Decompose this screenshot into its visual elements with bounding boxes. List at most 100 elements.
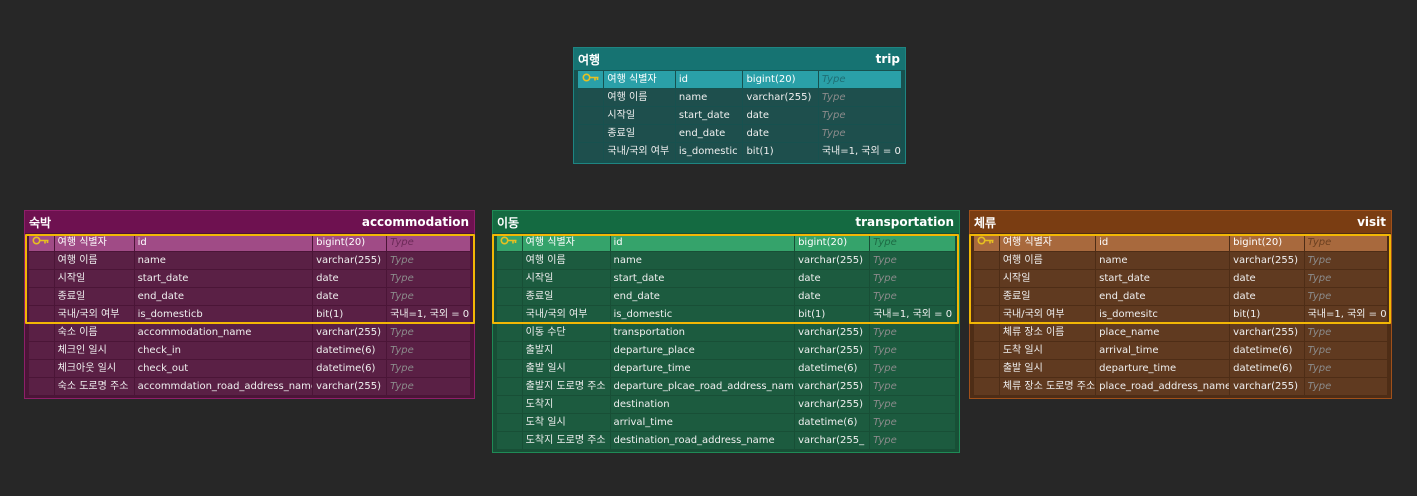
table-row[interactable]: 여행 식별자 id bigint(20) Type	[29, 234, 470, 251]
column-name: start_date	[610, 270, 795, 287]
data-type: varchar(255_	[795, 432, 870, 449]
key-icon	[500, 234, 518, 251]
row-label: 출발 일시	[522, 360, 610, 377]
row-label: 여행 식별자	[54, 234, 134, 251]
table-row[interactable]: 숙소 도로명 주소 accommdation_road_address_name v…	[29, 378, 470, 395]
table-row[interactable]: 출발지 departure_place varchar(255) Type	[497, 342, 955, 359]
table-row[interactable]: 종료일 end_date date Type	[497, 288, 955, 305]
entity-title-en: accommodation	[361, 215, 469, 229]
entity-trip[interactable]: 여행 trip 여행 식별자 id bigint(20) Type 여행 이름 name v…	[573, 47, 906, 164]
key-cell	[29, 288, 54, 305]
data-type: varchar(255)	[1230, 252, 1304, 269]
table-row[interactable]: 도착지 destination varchar(255) Type	[497, 396, 955, 413]
column-name: end_date	[675, 125, 743, 142]
data-type: varchar(255)	[313, 378, 387, 395]
table-row[interactable]: 국내/국외 여부 is_domesitc bit(1) 국내=1, 국외 = 0	[974, 306, 1387, 323]
entity-header[interactable]: 여행 trip	[574, 48, 905, 70]
table-row[interactable]: 체크아웃 일시 check_out datetime(6) Type	[29, 360, 470, 377]
column-name: accommdation_road_address_name	[134, 378, 313, 395]
table-row[interactable]: 종료일 end_date date Type	[578, 125, 901, 142]
entity-visit[interactable]: 체류 visit 여행 식별자 id bigint(20) Type 여행 이름 name…	[969, 210, 1392, 399]
data-type: bigint(20)	[795, 234, 870, 251]
key-cell	[974, 288, 999, 305]
row-label: 종료일	[54, 288, 134, 305]
column-name: departure_time	[1096, 360, 1230, 377]
table-row[interactable]: 여행 식별자 id bigint(20) Type	[578, 71, 901, 88]
table-row[interactable]: 출발 일시 departure_time datetime(6) Type	[497, 360, 955, 377]
column-name: place_road_address_name	[1096, 378, 1230, 395]
row-label: 국내/국외 여부	[999, 306, 1096, 323]
column-name: end_date	[134, 288, 313, 305]
column-name: id	[1096, 234, 1230, 251]
table-row[interactable]: 도착지 도로명 주소 destination_road_address_name v…	[497, 432, 955, 449]
table-row[interactable]: 여행 이름 name varchar(255) Type	[578, 89, 901, 106]
table-row[interactable]: 도착 일시 arrival_time datetime(6) Type	[497, 414, 955, 431]
column-name: destination	[610, 396, 795, 413]
table-row[interactable]: 체류 장소 도로명 주소 place_road_address_name varch…	[974, 378, 1387, 395]
table-row[interactable]: 여행 식별자 id bigint(20) Type	[974, 234, 1387, 251]
entity-rows: 여행 식별자 id bigint(20) Type 여행 이름 name varchar(2…	[25, 233, 474, 400]
row-label: 국내/국외 여부	[54, 306, 134, 323]
table-row[interactable]: 출발지 도로명 주소 departure_plcae_road_address_n…	[497, 378, 955, 395]
column-name: arrival_time	[1096, 342, 1230, 359]
column-note: Type	[870, 342, 955, 359]
column-name: id	[134, 234, 313, 251]
key-cell	[29, 270, 54, 287]
entity-header[interactable]: 체류 visit	[970, 211, 1391, 233]
table-row[interactable]: 국내/국외 여부 is_domestic bit(1) 국내=1, 국외 = 0	[578, 143, 901, 160]
data-type: bit(1)	[313, 306, 387, 323]
column-name: id	[610, 234, 795, 251]
key-cell	[497, 378, 522, 395]
entity-title-ko: 여행	[578, 52, 601, 67]
column-name: arrival_time	[610, 414, 795, 431]
table-row[interactable]: 여행 식별자 id bigint(20) Type	[497, 234, 955, 251]
entity-title-en: trip	[875, 52, 900, 66]
data-type: varchar(255)	[1230, 378, 1304, 395]
data-type: date	[795, 288, 870, 305]
data-type: date	[1230, 288, 1304, 305]
table-row[interactable]: 국내/국외 여부 is_domestic bit(1) 국내=1, 국외 = 0	[497, 306, 955, 323]
key-cell	[497, 306, 522, 323]
column-note: Type	[1304, 234, 1387, 251]
table-row[interactable]: 시작일 start_date date Type	[497, 270, 955, 287]
key-cell	[29, 306, 54, 323]
table-row[interactable]: 출발 일시 departure_time datetime(6) Type	[974, 360, 1387, 377]
column-name: is_domestic	[675, 143, 743, 160]
column-name: start_date	[134, 270, 313, 287]
table-row[interactable]: 종료일 end_date date Type	[29, 288, 470, 305]
table-row[interactable]: 체류 장소 이름 place_name varchar(255) Type	[974, 324, 1387, 341]
entity-header[interactable]: 숙박 accommodation	[25, 211, 474, 233]
key-cell	[974, 270, 999, 287]
column-note: Type	[1304, 342, 1387, 359]
column-note: Type	[387, 288, 470, 305]
table-row[interactable]: 여행 이름 name varchar(255) Type	[974, 252, 1387, 269]
row-label: 체류 장소 도로명 주소	[999, 378, 1096, 395]
table-row[interactable]: 여행 이름 name varchar(255) Type	[497, 252, 955, 269]
table-row[interactable]: 시작일 start_date date Type	[29, 270, 470, 287]
column-note: 국내=1, 국외 = 0	[818, 143, 901, 160]
entity-accommodation[interactable]: 숙박 accommodation 여행 식별자 id bigint(20) Type 여…	[24, 210, 475, 399]
key-cell	[29, 234, 54, 251]
entity-header[interactable]: 이동 transportation	[493, 211, 959, 233]
row-label: 도착 일시	[999, 342, 1096, 359]
table-row[interactable]: 시작일 start_date date Type	[974, 270, 1387, 287]
table-row[interactable]: 숙소 이름 accommodation_name varchar(255) Type	[29, 324, 470, 341]
table-row[interactable]: 이동 수단 transportation varchar(255) Type	[497, 324, 955, 341]
data-type: varchar(255)	[313, 324, 387, 341]
column-note: Type	[870, 288, 955, 305]
column-note: Type	[1304, 270, 1387, 287]
column-note: Type	[1304, 360, 1387, 377]
column-name: end_date	[1096, 288, 1230, 305]
table-row[interactable]: 종료일 end_date date Type	[974, 288, 1387, 305]
entity-transportation[interactable]: 이동 transportation 여행 식별자 id bigint(20) Type…	[492, 210, 960, 453]
table-row[interactable]: 여행 이름 name varchar(255) Type	[29, 252, 470, 269]
table-row[interactable]: 도착 일시 arrival_time datetime(6) Type	[974, 342, 1387, 359]
column-name: is_domesticb	[134, 306, 313, 323]
table-row[interactable]: 국내/국외 여부 is_domesticb bit(1) 국내=1, 국외 = 0	[29, 306, 470, 323]
entity-rows: 여행 식별자 id bigint(20) Type 여행 이름 name varchar(2…	[493, 233, 959, 454]
data-type: bigint(20)	[1230, 234, 1304, 251]
table-row[interactable]: 체크인 일시 check_in datetime(6) Type	[29, 342, 470, 359]
row-label: 숙소 도로명 주소	[54, 378, 134, 395]
column-name: name	[675, 89, 743, 106]
table-row[interactable]: 시작일 start_date date Type	[578, 107, 901, 124]
